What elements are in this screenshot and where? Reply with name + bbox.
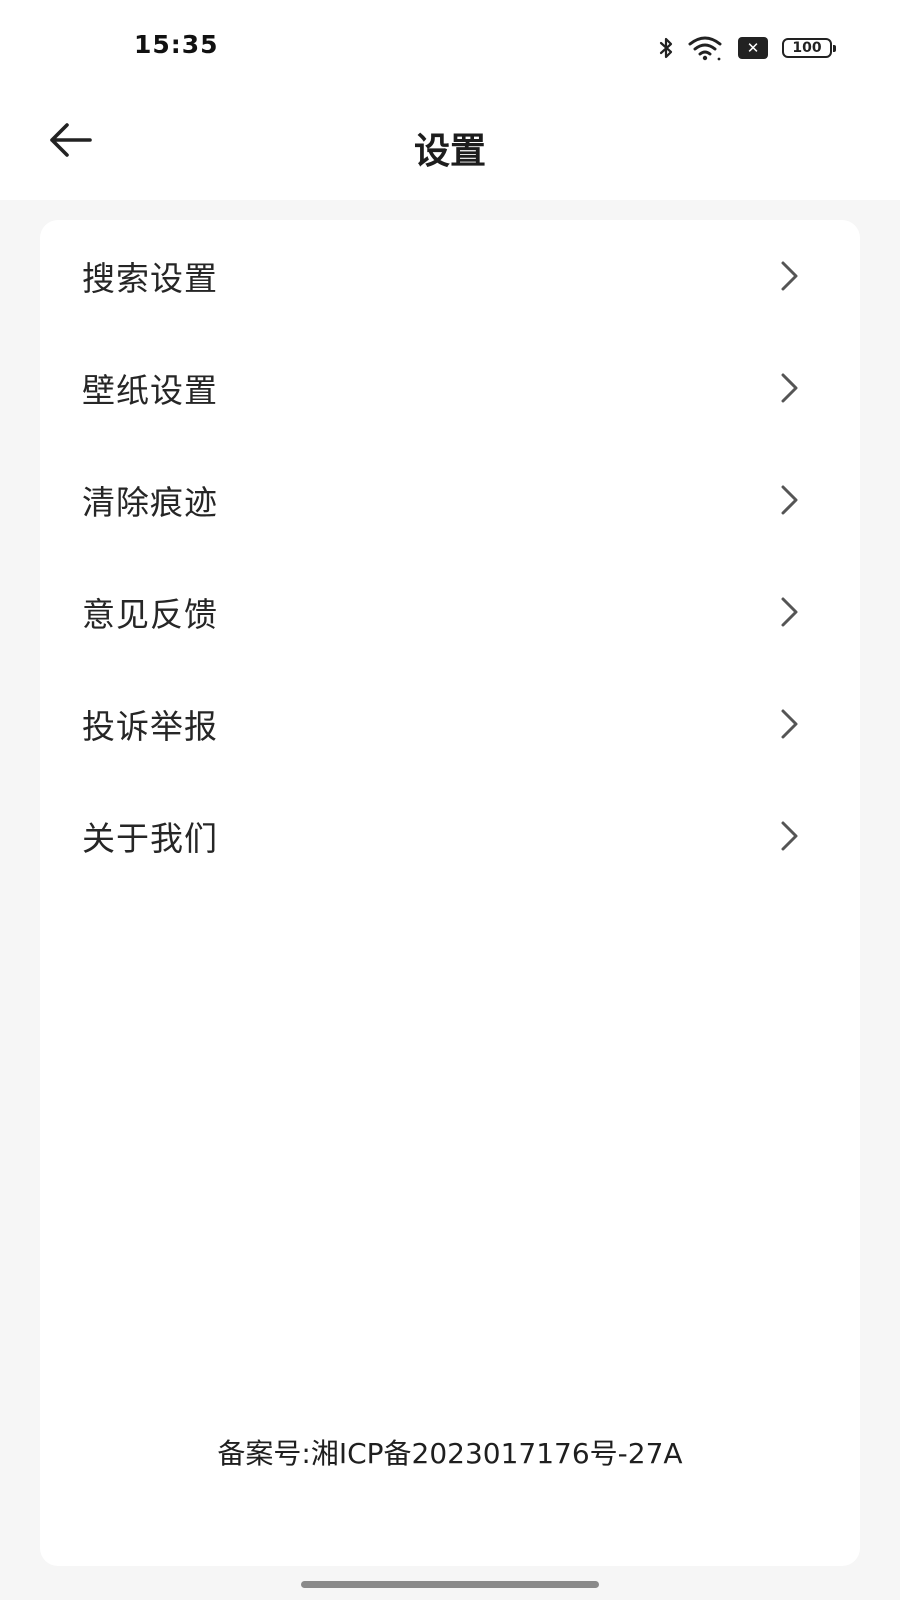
icp-record-number[interactable]: 备案号:湘ICP备2023017176号-27A	[40, 1432, 860, 1472]
top-bar: 15:35 ✕ 100 设置	[0, 0, 900, 200]
menu-item-about-us[interactable]: 关于我们	[40, 780, 860, 892]
battery-icon: 100	[782, 38, 836, 58]
chevron-right-icon	[778, 259, 802, 293]
wifi-icon	[688, 35, 724, 61]
menu-item-wallpaper-settings[interactable]: 壁纸设置	[40, 332, 860, 444]
navigation-bar: 设置	[0, 96, 900, 200]
menu-item-label: 投诉举报	[82, 707, 218, 746]
home-indicator[interactable]	[301, 1581, 599, 1588]
menu-item-feedback[interactable]: 意见反馈	[40, 556, 860, 668]
no-sim-icon: ✕	[738, 37, 768, 59]
status-icons: ✕ 100	[644, 34, 836, 62]
chevron-right-icon	[778, 819, 802, 853]
settings-card: 搜索设置 壁纸设置 清除痕迹 意见反馈 投诉举报 关于我们 备案号:湘ICP备2…	[40, 220, 860, 1566]
bluetooth-icon	[658, 36, 674, 60]
menu-item-label: 关于我们	[82, 819, 218, 858]
chevron-right-icon	[778, 483, 802, 517]
menu-item-label: 搜索设置	[82, 259, 218, 298]
chevron-right-icon	[778, 371, 802, 405]
menu-item-complaint-report[interactable]: 投诉举报	[40, 668, 860, 780]
status-time: 15:35	[134, 30, 219, 59]
status-bar: 15:35 ✕ 100	[0, 0, 900, 96]
chevron-right-icon	[778, 595, 802, 629]
menu-item-search-settings[interactable]: 搜索设置	[40, 220, 860, 332]
menu-item-label: 意见反馈	[82, 595, 218, 634]
chevron-right-icon	[778, 707, 802, 741]
battery-level: 100	[782, 38, 836, 58]
menu-item-label: 壁纸设置	[82, 371, 218, 410]
page-title: 设置	[413, 131, 486, 172]
menu-item-label: 清除痕迹	[82, 483, 218, 522]
menu-item-clear-traces[interactable]: 清除痕迹	[40, 444, 860, 556]
